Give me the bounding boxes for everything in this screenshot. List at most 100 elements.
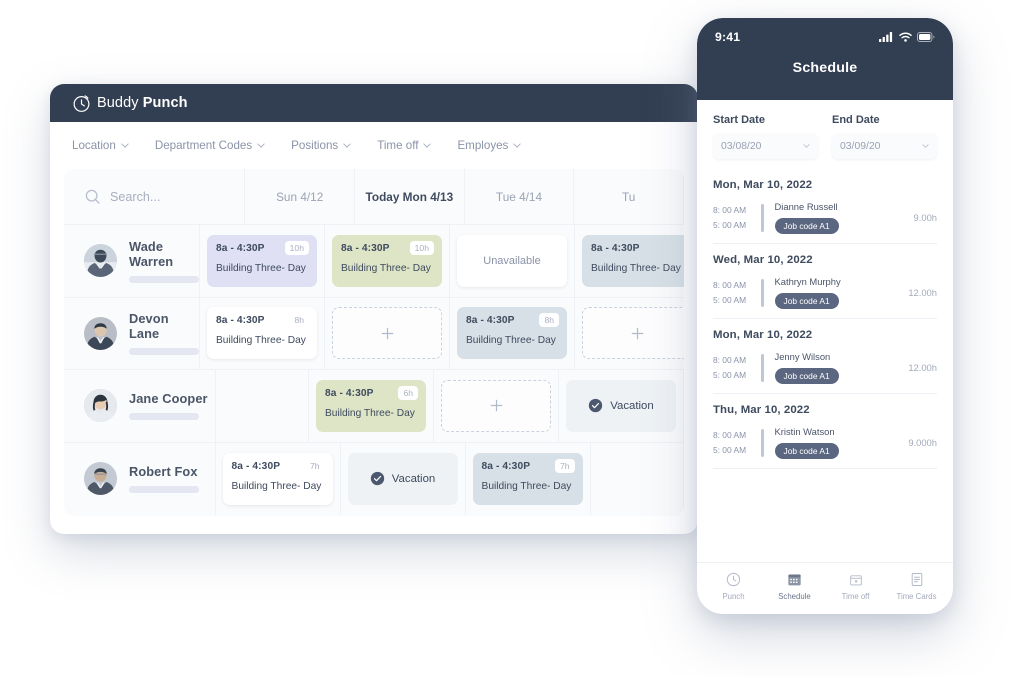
- nav-item-time-off[interactable]: Time off: [377, 139, 432, 152]
- nav-item-location[interactable]: Location: [72, 139, 129, 152]
- shift-card[interactable]: 8a - 4:30P 8h Building Three- Day: [207, 307, 317, 360]
- shift-card[interactable]: 8a - 4:30P 10h Building Three- Day: [207, 234, 317, 287]
- job-code-badge: Job code A1: [774, 218, 839, 234]
- schedule-slot[interactable]: [575, 298, 684, 370]
- start-date-field: Start Date 03/08/20: [713, 114, 818, 159]
- schedule-list[interactable]: Mon, Mar 10, 2022 8: 00 AM 5: 00 AM Dian…: [697, 165, 953, 562]
- vacation-label: Vacation: [610, 399, 654, 412]
- employee-cell[interactable]: Wade Warren: [64, 225, 200, 297]
- shift-card[interactable]: 8a - 4:30P Building Three- Day: [582, 234, 684, 287]
- clock-icon: [72, 94, 91, 113]
- tab-punch[interactable]: Punch: [703, 572, 764, 601]
- list-item[interactable]: Wed, Mar 10, 2022 8: 00 AM 5: 00 AM Kath…: [713, 244, 937, 319]
- shift-hours-badge: 7h: [304, 458, 325, 473]
- employee-cell[interactable]: Devon Lane: [64, 297, 200, 369]
- schedule-entry[interactable]: 8: 00 AM 5: 00 AM Kathryn Murphy Job cod…: [713, 276, 937, 309]
- chevron-down-icon: [423, 143, 432, 148]
- shift-card[interactable]: 8a - 4:30P 8h Building Three- Day: [457, 307, 567, 360]
- schedule-slot[interactable]: Vacation: [559, 370, 684, 442]
- schedule-slot[interactable]: 8a - 4:30P 7h Building Three- Day: [216, 442, 341, 515]
- unavailable-card[interactable]: Unavailable: [457, 234, 567, 287]
- list-item[interactable]: Thu, Mar 10, 2022 8: 00 AM 5: 00 AM Kris…: [713, 394, 937, 469]
- brand-logo[interactable]: Buddy Punch: [72, 94, 188, 113]
- end-date-input[interactable]: 03/09/20: [832, 133, 937, 159]
- entry-divider: [761, 353, 764, 382]
- date-range-picker: Start Date 03/08/20 End Date 03/09/20: [697, 100, 953, 165]
- schedule-slot[interactable]: 8a - 4:30P 8h Building Three- Day: [450, 297, 575, 369]
- schedule-date: Mon, Mar 10, 2022: [713, 179, 813, 191]
- nav-item-department-codes[interactable]: Department Codes: [155, 139, 265, 152]
- schedule-slot[interactable]: 8a - 4:30P 10h Building Three- Day: [325, 225, 450, 297]
- entry-divider: [761, 203, 764, 232]
- table-row: Devon Lane 8a - 4:30P 8h Building Three-…: [64, 297, 684, 370]
- schedule-entry[interactable]: 8: 00 AM 5: 00 AM Dianne Russell Job cod…: [713, 201, 937, 234]
- tab-time-off[interactable]: Time off: [825, 573, 886, 601]
- desktop-app-window: Buddy Punch Location Department Codes Po…: [50, 84, 698, 534]
- schedule-slot[interactable]: 8a - 4:30P Building Three- Day: [575, 225, 684, 297]
- shift-title: Building Three- Day: [481, 480, 572, 492]
- shift-title: Building Three- Day: [341, 262, 431, 274]
- schedule-slot[interactable]: 8a - 4:30P 10h Building Three- Day: [200, 225, 325, 297]
- job-code-badge: Job code A1: [774, 293, 839, 309]
- schedule-slot[interactable]: 8a - 4:30P 7h Building Three- Day: [466, 442, 591, 515]
- add-shift-button[interactable]: [332, 307, 442, 360]
- shift-card[interactable]: 8a - 4:30P 6h Building Three- Day: [316, 379, 426, 432]
- schedule-slot[interactable]: [216, 370, 309, 442]
- schedule-slot[interactable]: [591, 442, 684, 515]
- schedule-slot[interactable]: 8a - 4:30P 8h Building Three- Day: [200, 297, 325, 369]
- schedule-slot[interactable]: [325, 297, 450, 369]
- day-column-header-2[interactable]: Tue 4/14: [465, 169, 575, 224]
- shift-card[interactable]: 8a - 4:30P 7h Building Three- Day: [222, 452, 333, 505]
- vacation-card[interactable]: Vacation: [566, 379, 676, 432]
- entry-end-time: 5: 00 AM: [713, 445, 747, 455]
- day-column-header-0[interactable]: Sun 4/12: [245, 169, 356, 224]
- day-column-header-1[interactable]: Today Mon 4/13: [355, 169, 465, 224]
- entry-hours: 9.000h: [908, 437, 937, 448]
- employee-cell[interactable]: Robert Fox: [64, 442, 216, 515]
- entry-divider: [761, 278, 764, 307]
- plus-icon: [381, 327, 394, 340]
- nav-item-positions[interactable]: Positions: [291, 139, 351, 152]
- schedule-slot[interactable]: Vacation: [341, 442, 466, 515]
- tab-time-cards[interactable]: Time Cards: [886, 572, 947, 601]
- chevron-down-icon: [803, 144, 810, 148]
- phone-header: 9:41 Schedule: [697, 18, 953, 100]
- start-date-input[interactable]: 03/08/20: [713, 133, 818, 159]
- day-column-header-3[interactable]: Tu: [574, 169, 684, 224]
- vacation-card[interactable]: Vacation: [347, 452, 458, 505]
- plus-icon: [631, 327, 644, 340]
- schedule-date: Wed, Mar 10, 2022: [713, 254, 813, 266]
- entry-hours: 9.00h: [913, 212, 937, 223]
- shift-card[interactable]: 8a - 4:30P 7h Building Three- Day: [472, 452, 583, 505]
- tab-schedule[interactable]: Schedule: [764, 572, 825, 601]
- list-item[interactable]: Mon, Mar 10, 2022 8: 00 AM 5: 00 AM Dian…: [713, 169, 937, 244]
- entry-start-time: 8: 00 AM: [713, 355, 747, 365]
- add-shift-button[interactable]: [441, 379, 551, 432]
- schedule-date: Mon, Mar 10, 2022: [713, 329, 813, 341]
- schedule-slot[interactable]: Unavailable: [450, 225, 575, 297]
- battery-icon: [917, 32, 935, 42]
- chevron-down-icon: [121, 143, 129, 148]
- employee-cell[interactable]: Jane Cooper: [64, 370, 216, 442]
- search-input[interactable]: [110, 189, 230, 204]
- schedule-entry[interactable]: 8: 00 AM 5: 00 AM Kristin Watson Job cod…: [713, 426, 937, 459]
- list-item[interactable]: Mon, Mar 10, 2022 8: 00 AM 5: 00 AM Jenn…: [713, 319, 937, 394]
- schedule-slot[interactable]: [434, 370, 559, 442]
- board-body: Wade Warren 8a - 4:30P 10h Building Thre…: [64, 225, 684, 516]
- shift-title: Building Three- Day: [591, 262, 681, 274]
- schedule-date: Thu, Mar 10, 2022: [713, 404, 810, 416]
- shift-card[interactable]: 8a - 4:30P 10h Building Three- Day: [332, 234, 442, 287]
- shift-title: Building Three- Day: [216, 335, 306, 347]
- schedule-slot[interactable]: 8a - 4:30P 6h Building Three- Day: [309, 370, 434, 442]
- table-row: Jane Cooper 8a - 4:30P 6h Building Three…: [64, 370, 684, 443]
- shift-hours-badge: 8h: [539, 313, 559, 328]
- schedule-entry[interactable]: 8: 00 AM 5: 00 AM Jenny Wilson Job code …: [713, 351, 937, 384]
- avatar: [84, 462, 117, 496]
- employee-name: Devon Lane: [129, 311, 169, 342]
- nav-item-label: Time off: [377, 139, 419, 152]
- nav-item-label: Location: [72, 139, 116, 152]
- shift-hours-badge: 7h: [554, 458, 575, 473]
- add-shift-button[interactable]: [582, 307, 684, 360]
- nav-item-label: Positions: [291, 139, 339, 152]
- nav-item-employes[interactable]: Employes: [457, 139, 521, 152]
